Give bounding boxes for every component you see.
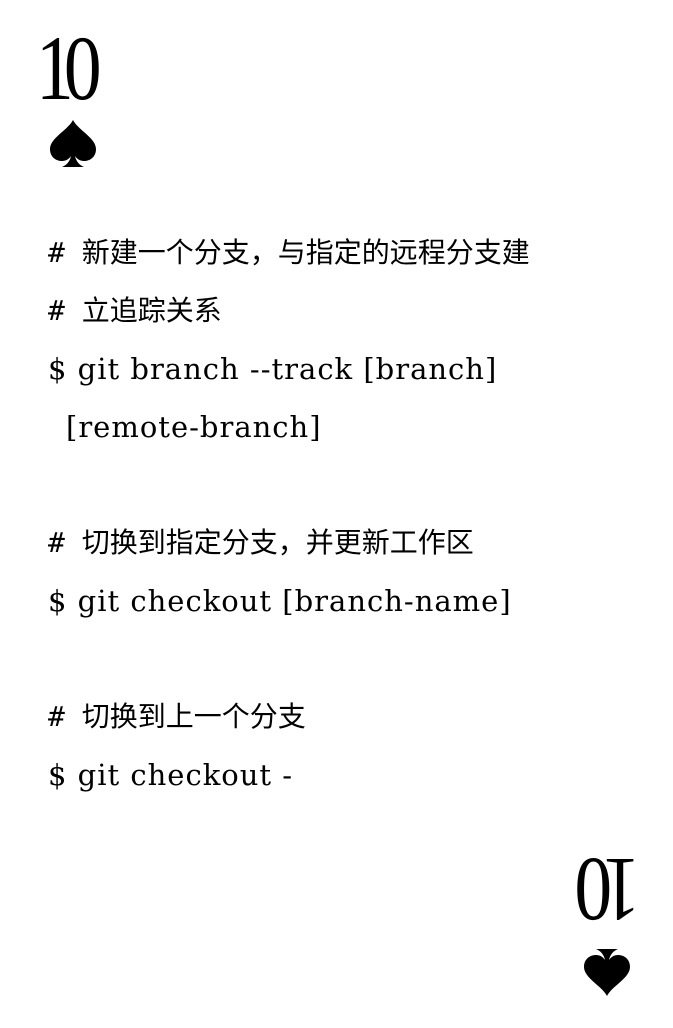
command-line: $ git branch --track [branch]: [48, 352, 498, 386]
comment-line: # 切换到上一个分支: [48, 700, 306, 733]
card-corner-bottom: 10: [560, 839, 650, 1008]
command-line: [remote-branch]: [66, 410, 322, 444]
command-line: $ git checkout [branch-name]: [48, 584, 512, 618]
command-line: $ git checkout -: [48, 758, 294, 792]
comment-line: # 立追踪关系: [48, 294, 222, 327]
comment-line: # 切换到指定分支，并更新工作区: [48, 526, 474, 559]
section-checkout-branch: # 切换到指定分支，并更新工作区 $ git checkout [branch-…: [48, 514, 648, 630]
card-rank-top: 10: [36, 17, 102, 119]
card-rank-bottom: 10: [584, 839, 640, 941]
spade-icon: [50, 120, 96, 167]
comment-line: # 新建一个分支，与指定的远程分支建: [48, 236, 530, 269]
spade-icon: [584, 949, 630, 996]
command-notes: # 新建一个分支，与指定的远程分支建 # 立追踪关系 $ git branch …: [48, 224, 648, 804]
section-checkout-previous: # 切换到上一个分支 $ git checkout -: [48, 688, 648, 804]
section-track-branch: # 新建一个分支，与指定的远程分支建 # 立追踪关系 $ git branch …: [48, 224, 648, 456]
